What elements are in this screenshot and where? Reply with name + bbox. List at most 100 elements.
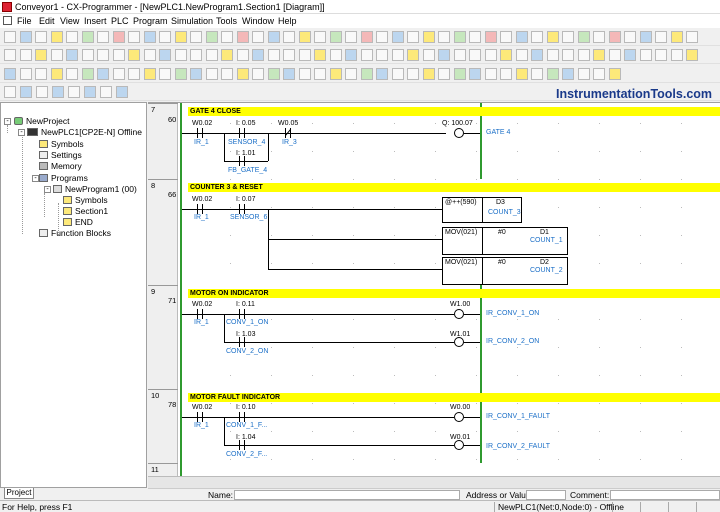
toolbar-button[interactable] — [159, 31, 171, 43]
toolbar-button[interactable] — [670, 31, 683, 43]
contact-nc[interactable] — [282, 128, 294, 138]
toolbar-button[interactable] — [143, 68, 156, 80]
contact-no[interactable] — [236, 412, 248, 422]
toolbar-button[interactable] — [283, 31, 295, 43]
toolbar-button[interactable] — [546, 49, 559, 61]
toolbar-button[interactable] — [391, 31, 404, 43]
toolbar-button[interactable] — [205, 49, 218, 61]
toolbar-button[interactable] — [174, 31, 187, 43]
menu-view[interactable]: View — [60, 16, 79, 26]
toolbar-button[interactable] — [112, 31, 125, 43]
contact-no[interactable] — [194, 204, 206, 214]
contact-no[interactable] — [194, 309, 206, 319]
toolbar-button[interactable] — [608, 31, 621, 43]
toolbar-button[interactable] — [484, 49, 497, 61]
toolbar-button[interactable] — [531, 68, 543, 80]
toolbar-button[interactable] — [407, 31, 419, 43]
tree-item-program[interactable]: NewProgram1 (00) — [53, 184, 137, 194]
toolbar-button[interactable] — [329, 31, 342, 43]
toolbar-button[interactable] — [97, 68, 109, 80]
horizontal-scrollbar[interactable] — [148, 476, 720, 488]
toolbar-button[interactable] — [686, 31, 698, 43]
toolbar-button[interactable] — [314, 68, 326, 80]
toolbar-button[interactable] — [376, 49, 388, 61]
tree-item-plc[interactable]: NewPLC1[CP2E-N] Offline — [27, 127, 142, 137]
toolbar-button[interactable] — [593, 31, 605, 43]
name-field[interactable] — [234, 490, 460, 500]
toolbar-button[interactable] — [469, 31, 481, 43]
tree-item-settings[interactable]: Settings — [39, 150, 82, 160]
toolbar-button[interactable] — [484, 68, 497, 80]
toolbar-button[interactable] — [298, 68, 311, 80]
toolbar-button[interactable] — [50, 31, 63, 43]
contact-no[interactable] — [194, 412, 206, 422]
tree-item-function-blocks[interactable]: Function Blocks — [39, 228, 111, 238]
toolbar-button[interactable] — [283, 49, 295, 61]
toolbar-button[interactable] — [577, 31, 590, 43]
toolbar-button[interactable] — [174, 68, 187, 80]
menu-plc[interactable]: PLC — [111, 16, 129, 26]
toolbar-button[interactable] — [100, 86, 112, 98]
toolbar-button[interactable] — [500, 49, 512, 61]
toolbar-button[interactable] — [422, 49, 435, 61]
toolbar-button[interactable] — [36, 86, 48, 98]
toolbar-button[interactable] — [376, 31, 388, 43]
toolbar-button[interactable] — [345, 31, 357, 43]
contact-no[interactable] — [236, 204, 248, 214]
toolbar-button[interactable] — [314, 31, 326, 43]
collapse-toggle[interactable]: - — [32, 175, 39, 182]
toolbar-button[interactable] — [283, 68, 295, 80]
toolbar-button[interactable] — [221, 31, 233, 43]
tree-item-end[interactable]: END — [63, 217, 93, 227]
toolbar-button[interactable] — [608, 49, 621, 61]
toolbar-button[interactable] — [4, 86, 16, 98]
collapse-toggle[interactable]: - — [4, 118, 11, 125]
toolbar-button[interactable] — [66, 31, 78, 43]
toolbar-button[interactable] — [546, 68, 559, 80]
toolbar-button[interactable] — [360, 68, 373, 80]
output-coil[interactable] — [454, 412, 464, 422]
toolbar-button[interactable] — [4, 49, 16, 61]
toolbar-button[interactable] — [484, 31, 497, 43]
output-coil[interactable] — [454, 440, 464, 450]
menu-edit[interactable]: Edit — [39, 16, 55, 26]
toolbar-button[interactable] — [438, 49, 450, 61]
toolbar-button[interactable] — [97, 31, 109, 43]
toolbar-button[interactable] — [639, 31, 652, 43]
toolbar-button[interactable] — [221, 68, 233, 80]
toolbar-button[interactable] — [655, 49, 667, 61]
toolbar-button[interactable] — [298, 31, 311, 43]
toolbar-button[interactable] — [252, 49, 264, 61]
tree-item-memory[interactable]: Memory — [39, 161, 82, 171]
output-coil[interactable] — [454, 337, 464, 347]
contact-no[interactable] — [194, 128, 206, 138]
toolbar-button[interactable] — [19, 49, 32, 61]
toolbar-button[interactable] — [329, 68, 342, 80]
toolbar-button[interactable] — [407, 49, 419, 61]
toolbar-button[interactable] — [35, 49, 47, 61]
toolbar-button[interactable] — [128, 68, 140, 80]
toolbar-button[interactable] — [593, 68, 605, 80]
toolbar-button[interactable] — [4, 68, 16, 80]
toolbar-button[interactable] — [116, 86, 128, 98]
toolbar-button[interactable] — [159, 49, 171, 61]
toolbar-button[interactable] — [577, 68, 590, 80]
toolbar-button[interactable] — [655, 31, 667, 43]
menu-simulation[interactable]: Simulation — [171, 16, 213, 26]
toolbar-button[interactable] — [35, 31, 47, 43]
toolbar-button[interactable] — [670, 49, 683, 61]
toolbar-button[interactable] — [360, 31, 373, 43]
toolbar-button[interactable] — [190, 68, 202, 80]
tree-item-project[interactable]: NewProject — [14, 116, 69, 126]
contact-no[interactable] — [236, 156, 248, 166]
toolbar-button[interactable] — [624, 31, 636, 43]
toolbar-button[interactable] — [407, 68, 419, 80]
tree-item-program-symbols[interactable]: Symbols — [63, 195, 108, 205]
toolbar-button[interactable] — [66, 49, 78, 61]
toolbar-button[interactable] — [562, 31, 574, 43]
menu-window[interactable]: Window — [242, 16, 274, 26]
toolbar-button[interactable] — [19, 31, 32, 43]
toolbar-button[interactable] — [236, 49, 249, 61]
toolbar-button[interactable] — [624, 49, 636, 61]
toolbar-button[interactable] — [221, 49, 233, 61]
